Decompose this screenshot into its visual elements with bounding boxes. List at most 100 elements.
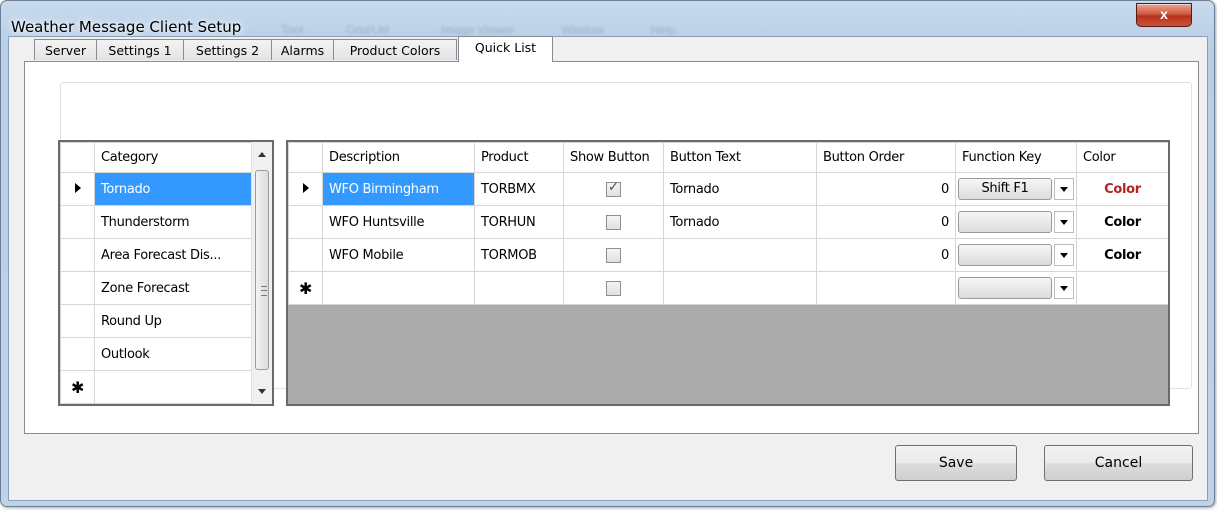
title-bar[interactable]: Tool Grid/Util Image Viewer Window Help … <box>1 1 1214 37</box>
function-key-cell[interactable] <box>955 271 1077 305</box>
color-cell[interactable]: Color <box>1076 238 1168 272</box>
scroll-down-icon[interactable] <box>258 389 266 394</box>
product-column-header[interactable]: Product <box>474 142 564 173</box>
category-cell[interactable] <box>94 370 255 404</box>
current-row-indicator[interactable] <box>60 172 95 206</box>
function-key-value[interactable]: Shift F1 <box>958 178 1052 200</box>
show-button-checkbox[interactable] <box>606 280 621 296</box>
product-cell[interactable]: TORBMX <box>474 172 564 206</box>
category-row[interactable]: Area Forecast Dis... <box>60 238 255 272</box>
row-header[interactable] <box>60 238 95 272</box>
chevron-down-icon[interactable] <box>1054 211 1074 233</box>
category-cell[interactable]: Zone Forecast <box>94 271 255 305</box>
row-header[interactable] <box>288 205 323 239</box>
button-text-cell[interactable]: Tornado <box>663 205 817 239</box>
function-key-dropdown[interactable] <box>958 277 1076 299</box>
product-cell[interactable] <box>474 271 564 305</box>
category-row[interactable]: Tornado <box>60 172 255 206</box>
show-button-cell[interactable] <box>563 238 664 272</box>
row-header[interactable] <box>60 271 95 305</box>
button-order-cell[interactable]: 0 <box>816 172 956 206</box>
function-key-value[interactable] <box>958 244 1052 266</box>
current-row-indicator[interactable] <box>288 172 323 206</box>
product-row[interactable]: WFO Mobile TORMOB 0 Color <box>288 238 1168 272</box>
product-cell[interactable]: TORHUN <box>474 205 564 239</box>
product-grid[interactable]: Description Product Show Button Button T… <box>286 140 1170 406</box>
show-button-cell[interactable] <box>563 205 664 239</box>
tab-settings-2[interactable]: Settings 2 <box>183 39 272 60</box>
function-key-dropdown[interactable] <box>958 211 1076 233</box>
button-text-cell[interactable] <box>663 238 817 272</box>
color-column-header[interactable]: Color <box>1076 142 1168 173</box>
tab-settings-1[interactable]: Settings 1 <box>96 39 184 60</box>
scroll-up-icon[interactable] <box>258 152 266 157</box>
button-order-cell[interactable]: 0 <box>816 238 956 272</box>
row-header[interactable] <box>60 337 95 371</box>
save-button[interactable]: Save <box>895 445 1017 481</box>
row-header[interactable] <box>60 304 95 338</box>
category-cell[interactable]: Round Up <box>94 304 255 338</box>
button-order-cell[interactable] <box>816 271 956 305</box>
scrollbar-thumb[interactable] <box>255 170 269 370</box>
product-new-row[interactable]: ✱ <box>288 271 1168 305</box>
color-cell[interactable] <box>1076 271 1168 305</box>
category-cell[interactable]: Area Forecast Dis... <box>94 238 255 272</box>
category-row[interactable]: Round Up <box>60 304 255 338</box>
tab-product-colors[interactable]: Product Colors <box>333 39 457 60</box>
button-text-column-header[interactable]: Button Text <box>663 142 817 173</box>
function-key-cell[interactable] <box>955 238 1077 272</box>
category-cell[interactable]: Outlook <box>94 337 255 371</box>
cancel-button[interactable]: Cancel <box>1044 445 1193 481</box>
product-row[interactable]: WFO Huntsville TORHUN Tornado 0 Color <box>288 205 1168 239</box>
show-button-cell[interactable] <box>563 271 664 305</box>
tab-quick-list[interactable]: Quick List <box>458 36 553 62</box>
function-key-cell[interactable]: Shift F1 <box>955 172 1077 206</box>
chevron-down-icon[interactable] <box>1054 178 1074 200</box>
row-header[interactable] <box>288 238 323 272</box>
color-button[interactable]: Color <box>1104 215 1141 230</box>
function-key-value[interactable] <box>958 211 1052 233</box>
category-vertical-scrollbar[interactable] <box>251 142 272 404</box>
description-cell[interactable] <box>322 271 475 305</box>
close-button[interactable]: x <box>1136 3 1192 27</box>
description-cell[interactable]: WFO Huntsville <box>322 205 475 239</box>
new-row-indicator[interactable]: ✱ <box>60 370 95 404</box>
product-row[interactable]: WFO Birmingham TORBMX Tornado 0 Shift F1… <box>288 172 1168 206</box>
color-cell[interactable]: Color <box>1076 172 1168 206</box>
category-row[interactable]: Thunderstorm <box>60 205 255 239</box>
category-row[interactable]: Outlook <box>60 337 255 371</box>
description-cell[interactable]: WFO Mobile <box>322 238 475 272</box>
color-button[interactable]: Color <box>1104 248 1141 263</box>
tab-alarms[interactable]: Alarms <box>271 39 334 60</box>
description-column-header[interactable]: Description <box>322 142 475 173</box>
product-cell[interactable]: TORMOB <box>474 238 564 272</box>
function-key-dropdown[interactable] <box>958 244 1076 266</box>
tab-server[interactable]: Server <box>34 39 97 60</box>
show-button-checkbox[interactable] <box>606 180 621 197</box>
button-order-cell[interactable]: 0 <box>816 205 956 239</box>
show-button-cell[interactable] <box>563 172 664 206</box>
show-button-column-header[interactable]: Show Button <box>563 142 664 173</box>
button-text-cell[interactable]: Tornado <box>663 172 817 206</box>
show-button-checkbox[interactable] <box>606 247 621 263</box>
row-header[interactable] <box>60 205 95 239</box>
category-grid[interactable]: Category Tornado Thunderstorm Area Forec… <box>58 140 274 406</box>
function-key-column-header[interactable]: Function Key <box>955 142 1077 173</box>
function-key-cell[interactable] <box>955 205 1077 239</box>
new-row-indicator[interactable]: ✱ <box>288 271 323 305</box>
button-order-column-header[interactable]: Button Order <box>816 142 956 173</box>
category-row[interactable]: Zone Forecast <box>60 271 255 305</box>
color-cell[interactable]: Color <box>1076 205 1168 239</box>
color-button[interactable]: Color <box>1104 182 1141 197</box>
description-cell[interactable]: WFO Birmingham <box>322 172 475 206</box>
button-text-cell[interactable] <box>663 271 817 305</box>
show-button-checkbox[interactable] <box>606 214 621 230</box>
chevron-down-icon[interactable] <box>1054 277 1074 299</box>
category-column-header[interactable]: Category <box>94 142 255 173</box>
function-key-value[interactable] <box>958 277 1052 299</box>
function-key-dropdown[interactable]: Shift F1 <box>958 178 1076 200</box>
category-cell[interactable]: Thunderstorm <box>94 205 255 239</box>
category-new-row[interactable]: ✱ <box>60 370 255 404</box>
chevron-down-icon[interactable] <box>1054 244 1074 266</box>
category-cell[interactable]: Tornado <box>94 172 255 206</box>
